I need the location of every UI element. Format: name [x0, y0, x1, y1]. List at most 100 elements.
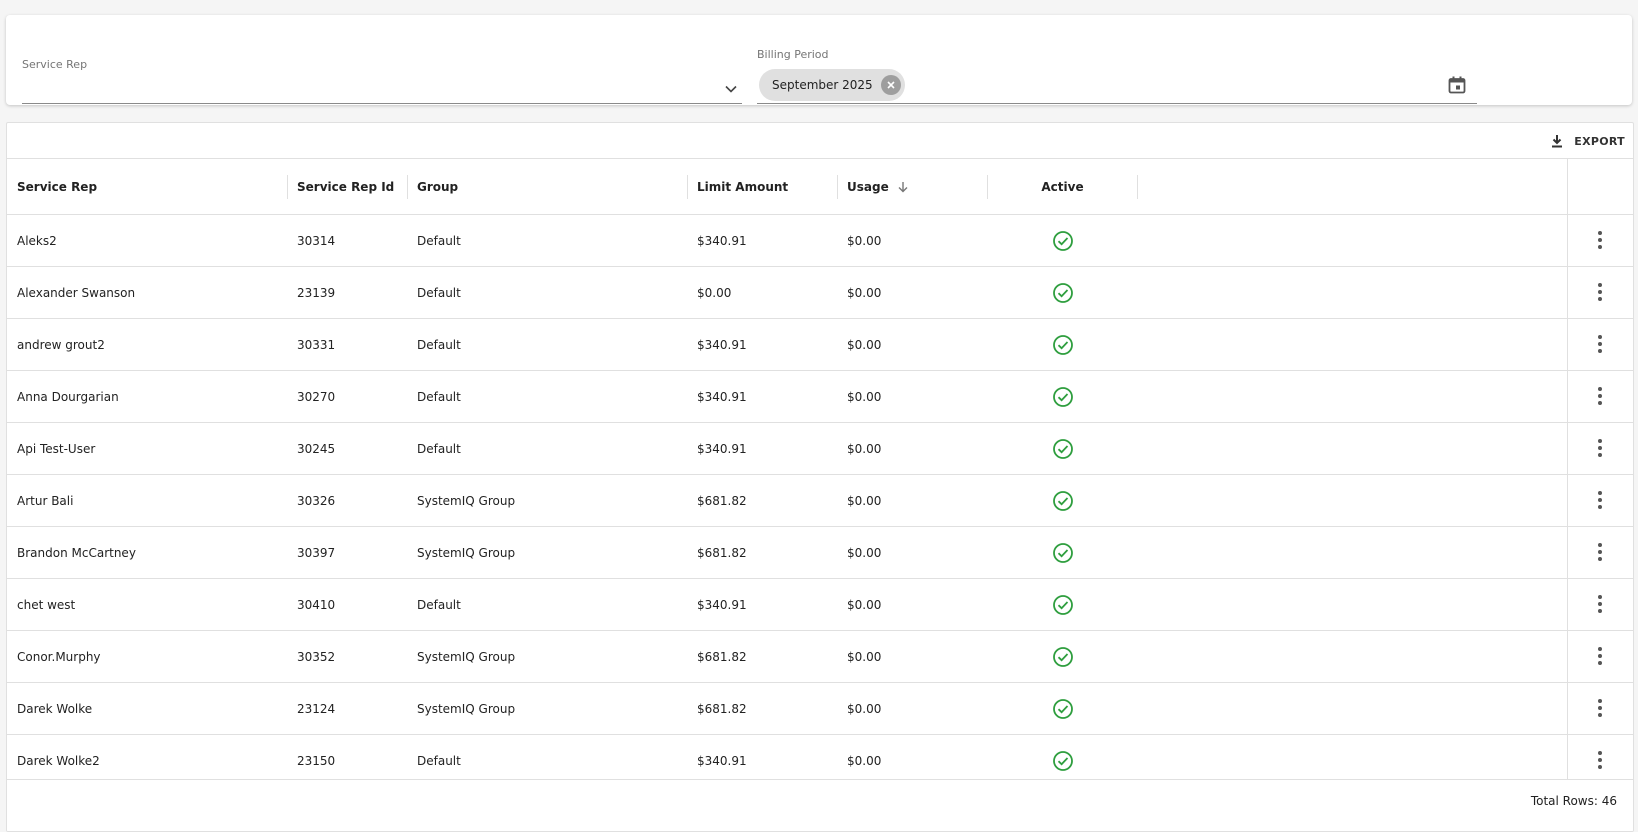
service-rep-underline: [22, 103, 742, 104]
cell-active: [988, 215, 1137, 266]
more-vert-icon[interactable]: [1591, 332, 1609, 356]
column-header-active[interactable]: Active: [988, 159, 1137, 214]
column-header-label: Service Rep: [17, 179, 98, 194]
cell-service-rep-id: 30331: [297, 337, 336, 352]
column-header-label: Limit Amount: [697, 179, 789, 194]
cell-service-rep: Aleks2: [17, 233, 57, 248]
cell-active: [988, 475, 1137, 526]
cell-group: Default: [417, 337, 461, 352]
check-circle-icon: [1052, 386, 1073, 407]
cell-service-rep: Alexander Swanson: [17, 285, 136, 300]
filter-panel: Service Rep Billing Period September 202…: [6, 15, 1632, 105]
cell-service-rep-id: 23124: [297, 701, 336, 716]
cell-service-rep: Darek Wolke: [17, 701, 93, 716]
cell-service-rep: andrew grout2: [17, 337, 105, 352]
export-button[interactable]: EXPORT: [1550, 130, 1625, 152]
arrow-down-icon[interactable]: [897, 181, 909, 193]
table-row[interactable]: Conor.Murphy 30352 SystemIQ Group $681.82 $0…: [7, 631, 1633, 683]
cell-group: Default: [417, 597, 461, 612]
column-header-limit-amount[interactable]: Limit Amount: [697, 159, 788, 214]
cell-active: [988, 267, 1137, 318]
cancel-circle-icon[interactable]: [880, 75, 901, 95]
column-separator[interactable]: [837, 175, 838, 199]
chevron-down-icon[interactable]: [724, 81, 738, 95]
more-vert-icon[interactable]: [1591, 696, 1609, 720]
cell-service-rep-id: 30352: [297, 649, 336, 664]
cell-usage: $0.00: [847, 285, 882, 300]
more-vert-icon[interactable]: [1591, 644, 1609, 668]
column-header-label: Active: [1041, 179, 1084, 194]
cell-usage: $0.00: [847, 597, 882, 612]
cell-group: Default: [417, 285, 461, 300]
more-vert-icon[interactable]: [1591, 280, 1609, 304]
table-row[interactable]: andrew grout2 30331 Default $340.91 $0.00: [7, 319, 1633, 371]
cell-limit-amount: $681.82: [697, 493, 747, 508]
table-body: Aleks2 30314 Default $340.91 $0.00 Alexander …: [7, 215, 1633, 801]
table-row[interactable]: chet west 30410 Default $340.91 $0.00: [7, 579, 1633, 631]
more-vert-icon[interactable]: [1591, 592, 1609, 616]
cell-limit-amount: $340.91: [697, 337, 747, 352]
table-row[interactable]: Alexander Swanson 23139 Default $0.00 $0.00: [7, 267, 1633, 319]
cell-group: SystemIQ Group: [417, 649, 516, 664]
check-circle-icon: [1052, 542, 1073, 563]
more-vert-icon[interactable]: [1591, 384, 1609, 408]
calendar-icon[interactable]: [1447, 75, 1467, 95]
table-row[interactable]: Api Test-User 30245 Default $340.91 $0.00: [7, 423, 1633, 475]
cell-active: [988, 631, 1137, 682]
more-vert-icon[interactable]: [1591, 748, 1609, 772]
data-grid: EXPORT Service Rep Service Rep Id Group …: [6, 122, 1634, 832]
table-header: Service Rep Service Rep Id Group Limit A…: [7, 159, 1633, 215]
billing-period-field[interactable]: Billing Period September 2025: [757, 33, 1477, 105]
service-rep-select[interactable]: Service Rep: [22, 43, 742, 105]
check-circle-icon: [1052, 594, 1073, 615]
more-vert-icon[interactable]: [1591, 436, 1609, 460]
cell-service-rep: chet west: [17, 597, 76, 612]
cell-service-rep: Api Test-User: [17, 441, 96, 456]
column-separator[interactable]: [287, 175, 288, 199]
column-header-label: Usage: [847, 179, 889, 194]
cell-usage: $0.00: [847, 701, 882, 716]
grid-toolbar: EXPORT: [7, 123, 1633, 159]
table-row[interactable]: Darek Wolke 23124 SystemIQ Group $681.82 $0.…: [7, 683, 1633, 735]
billing-period-label: Billing Period: [757, 48, 829, 61]
cell-active: [988, 683, 1137, 734]
more-vert-icon[interactable]: [1591, 488, 1609, 512]
cell-group: SystemIQ Group: [417, 701, 516, 716]
more-vert-icon[interactable]: [1591, 228, 1609, 252]
table-row[interactable]: Anna Dourgarian 30270 Default $340.91 $0.00: [7, 371, 1633, 423]
column-separator[interactable]: [407, 175, 408, 199]
column-separator[interactable]: [687, 175, 688, 199]
cell-active: [988, 371, 1137, 422]
column-header-label: Service Rep Id: [297, 179, 395, 194]
more-vert-icon[interactable]: [1591, 540, 1609, 564]
cell-usage: $0.00: [847, 545, 882, 560]
billing-period-chip[interactable]: September 2025: [759, 69, 905, 101]
check-circle-icon: [1052, 750, 1073, 771]
cell-group: Default: [417, 389, 461, 404]
table-row[interactable]: Aleks2 30314 Default $340.91 $0.00: [7, 215, 1633, 267]
billing-period-underline: [757, 103, 1477, 104]
column-header-service-rep-id[interactable]: Service Rep Id: [297, 159, 394, 214]
cell-service-rep: Brandon McCartney: [17, 545, 136, 560]
column-separator[interactable]: [1137, 175, 1138, 199]
cell-service-rep-id: 30410: [297, 597, 336, 612]
cell-service-rep-id: 30397: [297, 545, 336, 560]
cell-usage: $0.00: [847, 649, 882, 664]
column-header-group[interactable]: Group: [417, 159, 458, 214]
cell-service-rep: Conor.Murphy: [17, 649, 101, 664]
column-header-service-rep[interactable]: Service Rep: [17, 159, 97, 214]
cell-service-rep: Anna Dourgarian: [17, 389, 119, 404]
check-circle-icon: [1052, 698, 1073, 719]
cell-active: [988, 319, 1137, 370]
grid-footer: Total Rows: 46: [7, 779, 1633, 831]
cell-group: SystemIQ Group: [417, 493, 516, 508]
table-row[interactable]: Artur Bali 30326 SystemIQ Group $681.82 $0.0…: [7, 475, 1633, 527]
table-row[interactable]: Brandon McCartney 30397 SystemIQ Group $681…: [7, 527, 1633, 579]
cell-service-rep-id: 23139: [297, 285, 336, 300]
cell-limit-amount: $340.91: [697, 389, 747, 404]
column-header-usage[interactable]: Usage: [847, 159, 909, 214]
cell-limit-amount: $340.91: [697, 597, 747, 612]
check-circle-icon: [1052, 334, 1073, 355]
cell-limit-amount: $0.00: [697, 285, 732, 300]
service-rep-label: Service Rep: [22, 58, 88, 71]
